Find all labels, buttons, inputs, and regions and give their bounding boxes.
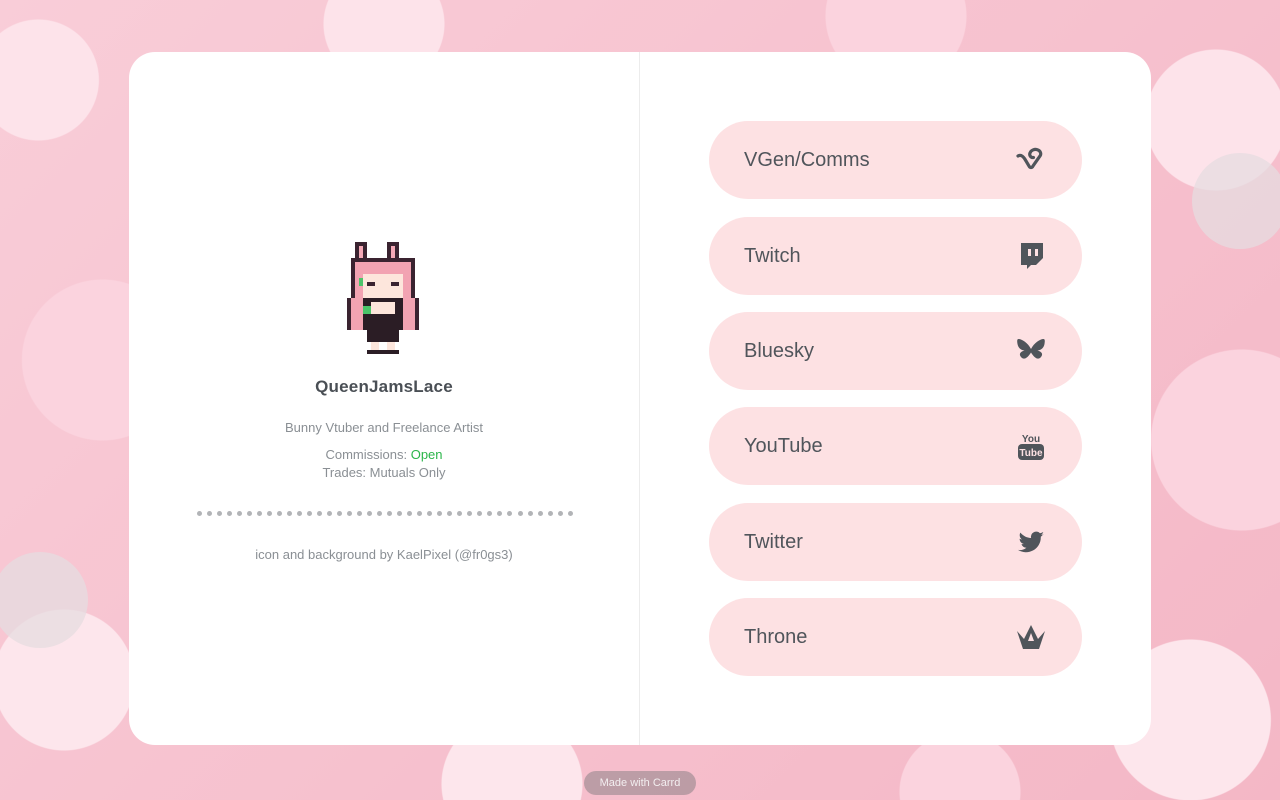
svg-text:Tube: Tube (1019, 448, 1043, 459)
commissions-label: Commissions: (325, 447, 408, 462)
trades-label: Trades: (322, 465, 367, 480)
links-panel: VGen/Comms Twitch Bluesky YouTube You Tub… (640, 52, 1151, 745)
profile-tagline: Bunny Vtuber and Freelance Artist (284, 420, 483, 435)
link-label: Throne (744, 625, 808, 648)
trades-value: Mutuals Only (369, 465, 446, 480)
youtube-link-button[interactable]: YouTube You Tube (709, 407, 1082, 485)
throne-link-button[interactable]: Throne (709, 598, 1082, 676)
bluesky-butterfly-icon (1014, 334, 1048, 368)
svg-text:You: You (1022, 434, 1040, 445)
twitch-link-button[interactable]: Twitch (709, 217, 1082, 295)
link-label: VGen/Comms (744, 148, 870, 171)
profile-card: QueenJamsLace Bunny Vtuber and Freelance… (129, 52, 1151, 745)
bluesky-link-button[interactable]: Bluesky (709, 312, 1082, 390)
twitter-link-button[interactable]: Twitter (709, 503, 1082, 581)
youtube-icon: You Tube (1014, 429, 1048, 463)
twitch-icon (1014, 239, 1048, 273)
vgen-comms-link-button[interactable]: VGen/Comms (709, 121, 1082, 199)
link-label: Bluesky (744, 339, 815, 362)
profile-name: QueenJamsLace (315, 377, 453, 396)
link-label: YouTube (744, 434, 823, 457)
trades-status: Trades: Mutuals Only (129, 465, 639, 480)
dotted-divider (197, 511, 573, 517)
decorative-bubble (1192, 153, 1280, 249)
profile-panel: QueenJamsLace Bunny Vtuber and Freelance… (129, 52, 640, 745)
link-label: Twitter (744, 530, 803, 553)
commissions-open-badge: Open (410, 447, 443, 462)
art-credit: icon and background by KaelPixel (@fr0gs… (255, 547, 513, 562)
twitter-bird-icon (1014, 525, 1048, 559)
pixel-avatar (347, 242, 419, 354)
vgen-icon (1014, 143, 1048, 177)
made-with-carrd-badge[interactable]: Made with Carrd (584, 771, 696, 795)
decorative-bubble (0, 552, 88, 648)
commissions-status: Commissions: Open (129, 447, 639, 462)
throne-crown-icon (1014, 620, 1048, 654)
link-label: Twitch (744, 244, 801, 267)
